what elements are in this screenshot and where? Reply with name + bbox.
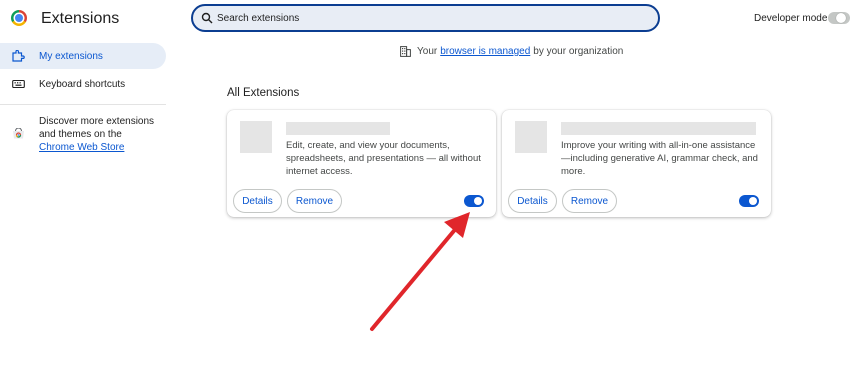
chrome-web-store-icon — [13, 128, 24, 139]
extension-card: Improve your writing with all-in-one ass… — [502, 110, 771, 217]
extension-description: Improve your writing with all-in-one ass… — [561, 140, 758, 177]
puzzle-icon — [12, 50, 25, 62]
managed-suffix: by your organization — [533, 46, 624, 57]
annotation-arrow-icon — [370, 212, 470, 331]
discover-text: Discover more extensions and themes on t… — [39, 116, 155, 140]
sidebar-divider — [0, 104, 166, 105]
details-button[interactable]: Details — [233, 189, 282, 213]
extension-icon-placeholder — [240, 121, 272, 153]
search-box[interactable] — [191, 4, 660, 32]
chrome-web-store-link[interactable]: Chrome Web Store — [39, 142, 124, 153]
extension-name-placeholder — [561, 122, 756, 135]
building-icon — [400, 46, 411, 57]
page-title: Extensions — [41, 10, 120, 27]
section-title: All Extensions — [227, 87, 300, 99]
sidebar-item-keyboard-shortcuts[interactable]: Keyboard shortcuts — [0, 71, 166, 97]
discover-more-text: Discover more extensions and themes on t… — [39, 115, 169, 154]
details-button[interactable]: Details — [508, 189, 557, 213]
toggle-knob — [836, 13, 846, 23]
sidebar-item-label: Keyboard shortcuts — [39, 79, 126, 90]
remove-button[interactable]: Remove — [287, 189, 342, 213]
managed-prefix: Your — [417, 46, 438, 57]
managed-notice: Your browser is managed by your organiza… — [400, 46, 623, 57]
extension-name-placeholder — [286, 122, 390, 135]
browser-managed-link[interactable]: browser is managed — [440, 46, 530, 57]
extension-description: Edit, create, and view your documents, s… — [286, 140, 481, 177]
extension-icon-placeholder — [515, 121, 547, 153]
remove-button[interactable]: Remove — [562, 189, 617, 213]
search-icon — [201, 12, 213, 24]
developer-mode-label: Developer mode — [754, 13, 828, 24]
developer-mode-toggle[interactable] — [828, 12, 850, 24]
sidebar-item-my-extensions[interactable]: My extensions — [0, 43, 166, 69]
keyboard-icon — [12, 79, 25, 89]
toggle-knob — [749, 197, 757, 205]
sidebar-item-label: My extensions — [39, 51, 103, 62]
search-input[interactable] — [217, 8, 637, 28]
extension-enable-toggle[interactable] — [739, 195, 759, 207]
chrome-logo-icon — [11, 10, 27, 26]
